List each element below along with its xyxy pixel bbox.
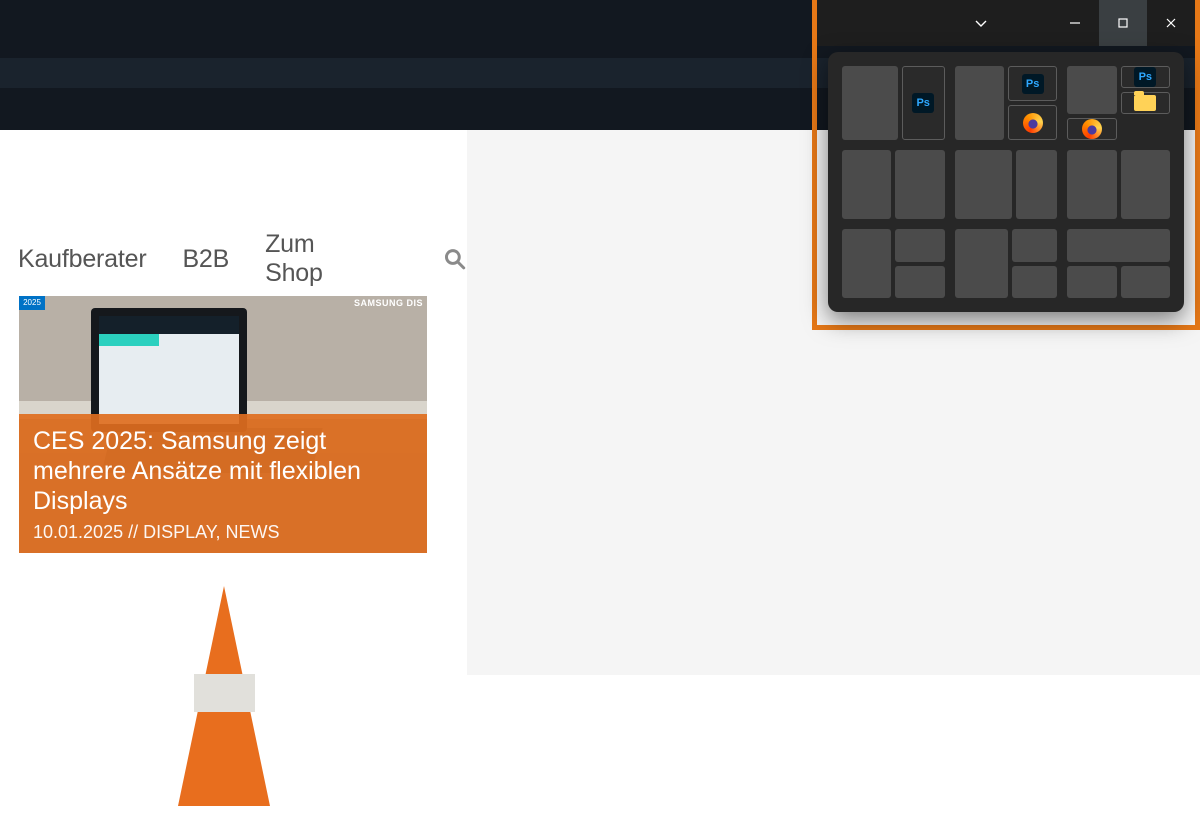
snap-layout-3[interactable]: Ps	[1067, 66, 1170, 140]
article-card-2[interactable]	[19, 576, 427, 805]
snap-zone	[1067, 66, 1116, 114]
snap-zone-firefox	[1067, 118, 1116, 140]
snap-zone-photoshop: Ps	[1008, 66, 1057, 101]
snap-layout-2[interactable]: Ps	[955, 66, 1058, 140]
snap-layout-6[interactable]	[1067, 150, 1170, 219]
article-card[interactable]: 2025 SAMSUNG DIS CES 2025: Samsung zeigt…	[19, 296, 427, 553]
article-meta: 10.01.2025 // DISPLAY, NEWS	[33, 522, 413, 543]
snap-layouts-panel: Ps Ps Ps	[828, 52, 1184, 312]
snap-layout-5[interactable]	[955, 150, 1058, 219]
snap-layout-1[interactable]: Ps	[842, 66, 945, 140]
snap-zone-photoshop: Ps	[1121, 66, 1170, 88]
article-date: 10.01.2025	[33, 522, 123, 542]
window-caption-buttons	[817, 0, 1195, 46]
snap-zone	[1067, 150, 1116, 219]
photoshop-icon: Ps	[1022, 74, 1044, 94]
snap-zone	[895, 229, 944, 262]
minimize-button[interactable]	[1051, 0, 1099, 46]
snap-zone	[1121, 150, 1170, 219]
snap-zone	[1012, 229, 1057, 262]
snap-zone	[842, 229, 891, 298]
snap-zone-folder	[1121, 92, 1170, 114]
search-icon[interactable]	[443, 247, 467, 271]
article-categories: DISPLAY, NEWS	[143, 522, 279, 542]
nav-link-shop[interactable]: Zum Shop	[265, 230, 377, 288]
page-content: Kaufberater B2B Zum Shop 2025 SAMSUNG DI…	[0, 130, 467, 675]
snap-layout-9[interactable]	[1067, 229, 1170, 298]
close-button[interactable]	[1147, 0, 1195, 46]
snap-zone	[842, 66, 898, 140]
thumbnail-badge-right: SAMSUNG DIS	[350, 296, 427, 310]
article-overlay: CES 2025: Samsung zeigt mehrere Ansätze …	[19, 414, 427, 553]
folder-icon	[1134, 95, 1156, 111]
firefox-icon	[1082, 119, 1102, 139]
site-nav: Kaufberater B2B Zum Shop	[18, 230, 467, 288]
snap-zone-firefox	[1008, 105, 1057, 140]
snap-layout-4[interactable]	[842, 150, 945, 219]
article-title: CES 2025: Samsung zeigt mehrere Ansätze …	[33, 426, 413, 516]
snap-layout-8[interactable]	[955, 229, 1058, 298]
thumbnail-badge-left: 2025	[19, 296, 45, 310]
firefox-icon	[1023, 113, 1043, 133]
snap-zone	[1016, 150, 1057, 219]
snap-zone-photoshop: Ps	[902, 66, 945, 140]
snap-zone	[842, 150, 891, 219]
titlebar-dropdown[interactable]	[911, 0, 1051, 46]
snap-zone	[1012, 266, 1057, 299]
snap-zone	[1121, 266, 1170, 299]
snap-zone	[1067, 266, 1116, 299]
snap-zone	[955, 229, 1009, 298]
snap-layout-7[interactable]	[842, 229, 945, 298]
vlc-cone-icon	[178, 586, 271, 816]
maximize-button[interactable]	[1099, 0, 1147, 46]
nav-link-kaufberater[interactable]: Kaufberater	[18, 245, 146, 274]
snap-zone	[895, 266, 944, 299]
nav-link-b2b[interactable]: B2B	[182, 245, 229, 274]
photoshop-icon: Ps	[912, 93, 934, 113]
article-meta-sep: //	[123, 522, 143, 542]
snap-zone	[1067, 229, 1170, 262]
snap-zone	[955, 66, 1004, 140]
photoshop-icon: Ps	[1134, 67, 1156, 87]
snap-zone	[895, 150, 944, 219]
snap-zone	[955, 150, 1013, 219]
